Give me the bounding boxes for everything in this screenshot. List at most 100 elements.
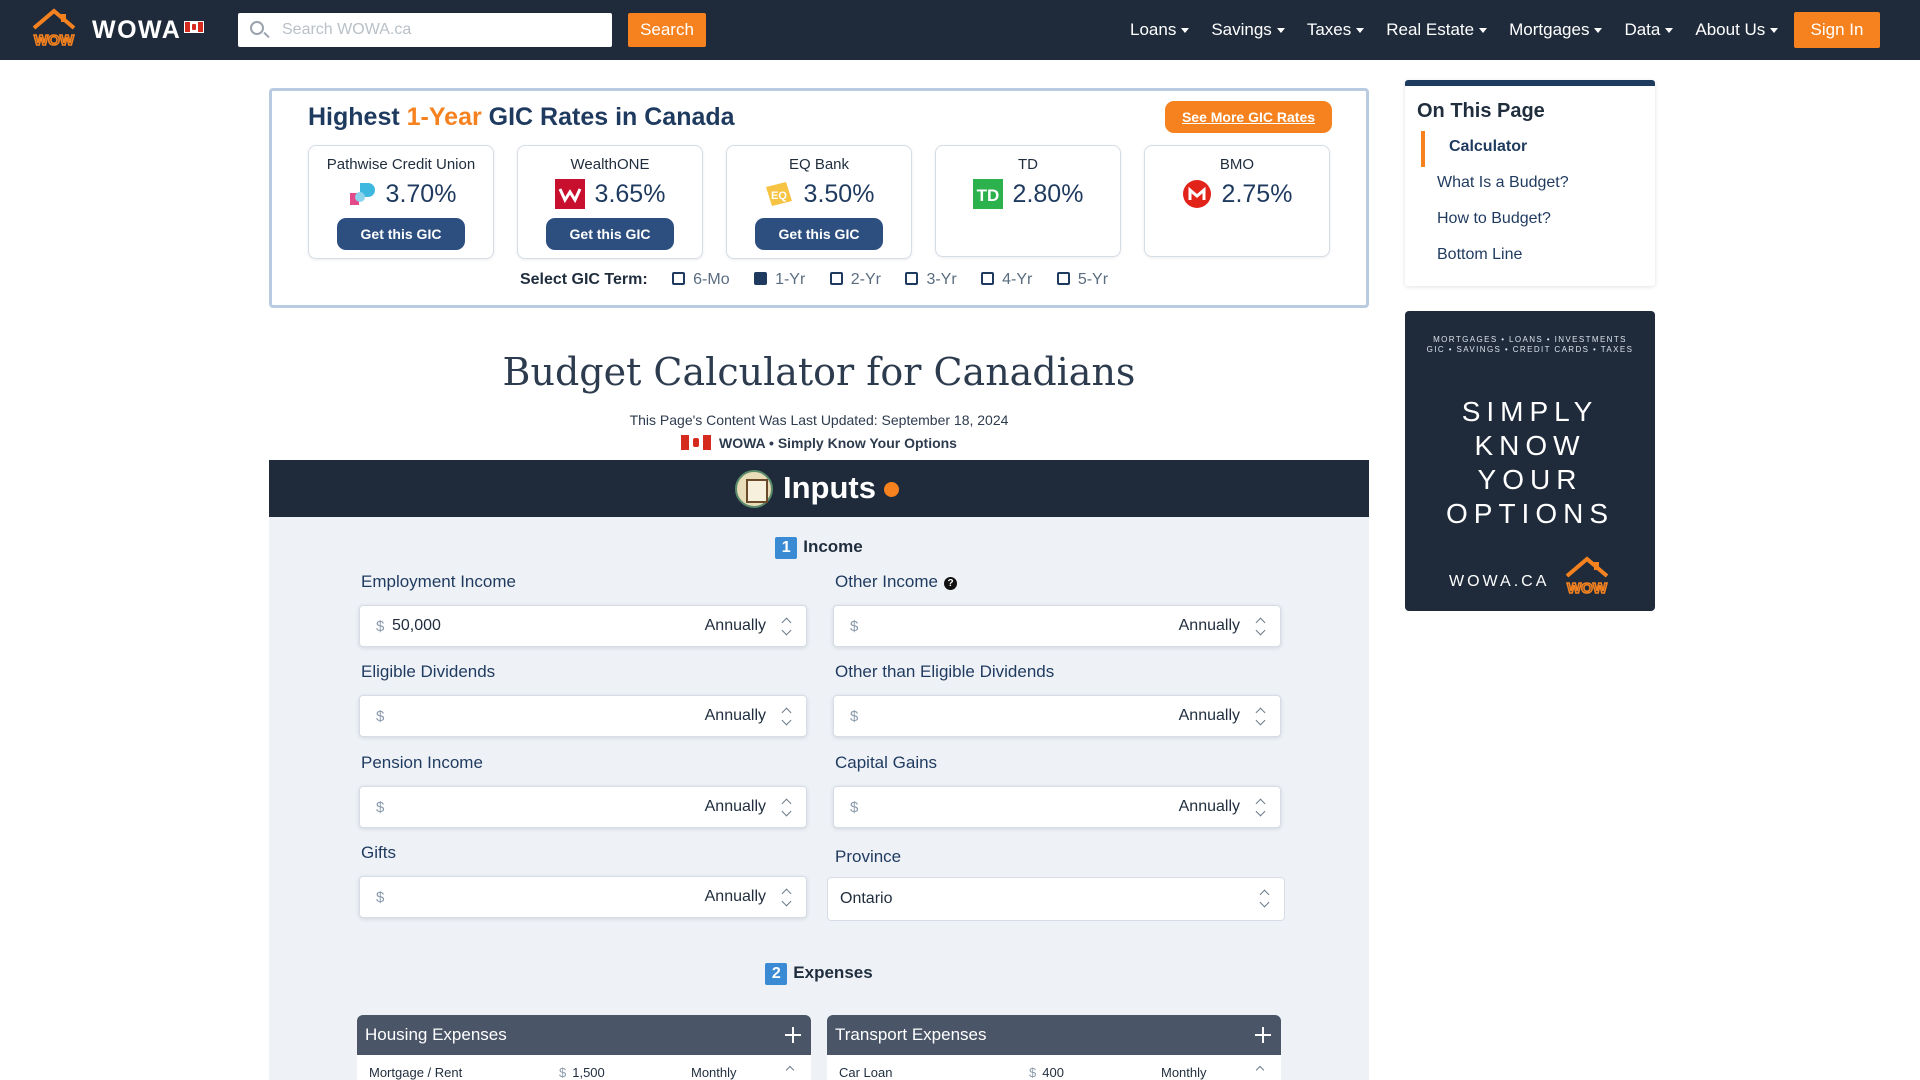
term-option-4yr[interactable]: 4-Yr [981,271,1032,289]
caret-down-icon [1479,28,1488,34]
frequency-select[interactable]: Annually [705,888,766,906]
province-select[interactable]: Ontario [827,877,1285,921]
capital-gains-field[interactable]: $ Annually [833,786,1281,828]
up-down-chevron-icon[interactable] [782,889,792,907]
menu-mortgages[interactable]: Mortgages [1509,20,1603,40]
see-more-gic-link[interactable]: See More GIC Rates [1165,101,1332,133]
toc-item-bottom-line[interactable]: Bottom Line [1437,246,1522,264]
canada-flag-icon [184,21,204,33]
search-button[interactable]: Search [628,13,706,47]
frequency-select[interactable]: Monthly [1161,1065,1207,1080]
up-down-chevron-icon[interactable] [1256,708,1266,726]
gic-bank-name: Pathwise Credit Union [326,156,476,173]
employment-income-field[interactable]: $ 50,000 Annually [359,605,807,647]
menu-real-estate[interactable]: Real Estate [1386,20,1488,40]
term-option-5yr[interactable]: 5-Yr [1056,271,1108,289]
gic-term-selector: Select GIC Term: 6-Mo 1-Yr 2-Yr 3-Yr 4-Y… [272,271,1366,289]
svg-text:WOW: WOW [34,32,75,49]
other-dividends-field[interactable]: $ Annually [833,695,1281,737]
frequency-select[interactable]: Annually [1179,798,1240,816]
caret-down-icon [1276,28,1285,34]
chevron-up-icon[interactable] [785,1065,795,1075]
gic-bank-name: WealthONE [570,156,650,173]
expand-plus-icon[interactable] [785,1027,801,1043]
menu-savings[interactable]: Savings [1211,20,1285,40]
housing-expenses-header[interactable]: Housing Expenses [357,1015,811,1055]
wowa-house-logo-icon: WOW [1565,556,1609,598]
term-option-2yr[interactable]: 2-Yr [829,271,881,289]
up-down-chevron-icon[interactable] [1256,618,1266,636]
toc-heading: On This Page [1417,100,1545,122]
frequency-select[interactable]: Annually [1179,617,1240,635]
other-income-field[interactable]: $ Annually [833,605,1281,647]
gic-card-pathwise: Pathwise Credit Union 3.70% Get this GIC [308,145,494,259]
gifts-field[interactable]: $ Annually [359,876,807,918]
frequency-select[interactable]: Annually [705,798,766,816]
help-question-icon[interactable]: ? [944,577,957,590]
other-income-label: Other Income? [835,572,957,592]
frequency-select[interactable]: Annually [1179,707,1240,725]
pension-income-label: Pension Income [361,753,483,772]
search-icon [250,21,264,35]
svg-text:TD: TD [976,186,999,205]
menu-taxes[interactable]: Taxes [1307,20,1365,40]
toc-item-how-to-budget[interactable]: How to Budget? [1437,210,1551,228]
pension-income-field[interactable]: $ Annually [359,786,807,828]
td-logo-icon: TD [972,179,1003,209]
gic-rates-panel: Highest 1-Year GIC Rates in Canada See M… [269,88,1369,308]
sign-in-button[interactable]: Sign In [1794,12,1880,48]
expand-plus-icon[interactable] [1255,1027,1271,1043]
toc-item-what-is-budget[interactable]: What Is a Budget? [1437,174,1569,192]
gic-bank-name: BMO [1219,156,1255,173]
chevron-up-icon[interactable] [1255,1065,1265,1075]
svg-text:EQ: EQ [771,190,787,202]
menu-data[interactable]: Data [1624,20,1674,40]
gic-card-wealthone: WealthONE 3.65% Get this GIC [517,145,703,259]
term-option-3yr[interactable]: 3-Yr [905,271,957,289]
up-down-chevron-icon[interactable] [1256,799,1266,817]
up-down-chevron-icon[interactable] [1260,890,1270,908]
inputs-title: Inputs [783,470,876,505]
svg-text:WOW: WOW [1567,580,1608,597]
caret-down-icon [1665,28,1674,34]
employment-income-value[interactable]: 50,000 [392,617,441,635]
gic-bank-name: EQ Bank [788,156,850,173]
transport-expenses-header[interactable]: Transport Expenses [827,1015,1281,1055]
up-down-chevron-icon[interactable] [782,708,792,726]
frequency-select[interactable]: Annually [705,707,766,725]
ad-line-1: MORTGAGES • LOANS • INVESTMENTS [1433,335,1627,344]
eligible-dividends-field[interactable]: $ Annually [359,695,807,737]
gifts-label: Gifts [361,843,396,862]
expense-row: Car Loan $400 Monthly [839,1065,1269,1080]
toc-active-indicator [1421,131,1425,167]
get-gic-button[interactable]: Get this GIC [755,218,883,250]
step-number-badge: 2 [765,963,788,985]
search-input[interactable] [282,13,602,47]
wowa-ad-banner[interactable]: MORTGAGES • LOANS • INVESTMENTS GIC • SA… [1405,311,1655,611]
capital-gains-label: Capital Gains [835,753,938,772]
get-gic-button[interactable]: Get this GIC [337,218,465,250]
menu-about-us[interactable]: About Us [1695,20,1779,40]
toc-item-calculator[interactable]: Calculator [1449,138,1527,156]
up-down-chevron-icon[interactable] [782,618,792,636]
up-down-chevron-icon[interactable] [782,799,792,817]
main-menu: Loans Savings Taxes Real Estate Mortgage… [1130,0,1800,60]
eq-bank-logo-icon: EQ [765,182,792,206]
gic-rate: 3.65% [594,179,666,208]
get-gic-button[interactable]: Get this GIC [546,218,674,250]
checkbox-icon [672,272,686,285]
frequency-select[interactable]: Monthly [691,1065,737,1080]
checkbox-icon [905,272,919,285]
employment-income-label: Employment Income [361,572,516,591]
ad-slogan: SIMPLY KNOW YOUR OPTIONS [1445,396,1614,529]
step-number-badge: 1 [775,537,798,559]
caret-down-icon [1594,28,1603,34]
status-dot-icon [884,482,899,497]
frequency-select[interactable]: Annually [705,617,766,635]
brand-name[interactable]: WOWA [92,16,181,45]
menu-loans[interactable]: Loans [1130,20,1190,40]
term-option-6mo[interactable]: 6-Mo [672,271,730,289]
term-option-1yr[interactable]: 1-Yr [754,271,805,289]
wowa-house-logo-icon[interactable]: WOW [30,8,78,50]
checkbox-icon [981,272,995,285]
